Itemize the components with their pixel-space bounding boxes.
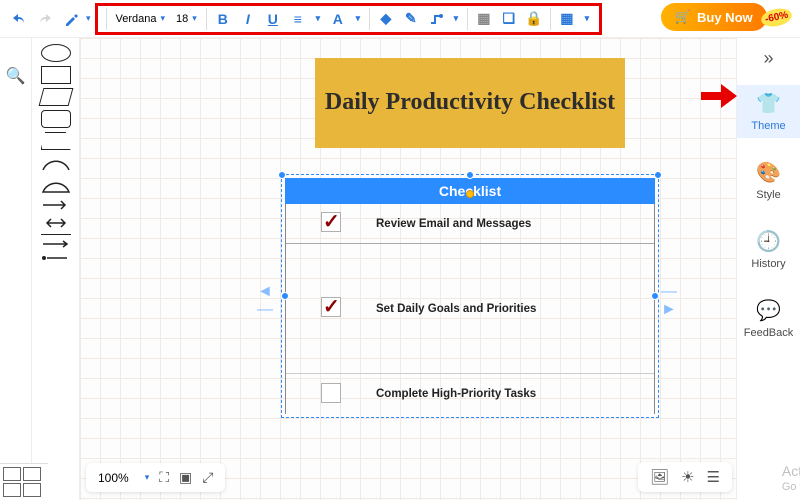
fit-width-icon[interactable]: ⛶: [159, 469, 169, 486]
style-tab[interactable]: 🎨 Style: [737, 154, 800, 207]
separator: [550, 8, 551, 30]
arrange-button[interactable]: ▦: [473, 8, 495, 30]
highlighted-text-tools: Verdana ▾ 18 ▾ B I U ≡ ▾ A ▾ ◆ ✎ ▾ ▦ ❏ 🔒 ▦…: [95, 3, 602, 35]
palette-icon: 🎨: [756, 160, 781, 185]
diagram-title-box[interactable]: Daily Productivity Checklist: [315, 58, 625, 148]
grid-icon[interactable]: [23, 467, 41, 481]
buy-now-label: Buy Now: [697, 10, 753, 25]
separator: [206, 8, 207, 30]
connector-handle-right[interactable]: —►: [661, 296, 683, 306]
redo-button[interactable]: [34, 8, 56, 30]
buy-now-badge[interactable]: 🛒Buy Now -60%: [661, 3, 792, 31]
history-label: History: [751, 258, 785, 270]
clock-icon: 🕘: [756, 229, 781, 254]
activate-windows-watermark: Activa Go to S: [782, 462, 800, 494]
search-icon[interactable]: 🔍: [0, 62, 31, 90]
resize-handle[interactable]: [654, 171, 662, 179]
layer-button[interactable]: ❏: [498, 8, 520, 30]
history-tab[interactable]: 🕘 History: [737, 223, 800, 276]
resize-handle[interactable]: [281, 292, 289, 300]
font-size-value: 18: [176, 13, 188, 25]
shape-ellipse[interactable]: [41, 44, 71, 62]
separator: [106, 8, 107, 30]
format-painter-button[interactable]: [60, 8, 82, 30]
connector-handle-left[interactable]: ◄—: [257, 296, 279, 306]
collapse-panel-button[interactable]: »: [763, 48, 773, 69]
shape-parallelogram[interactable]: [38, 88, 73, 106]
shape-trapezoid[interactable]: [41, 132, 71, 150]
style-label: Style: [756, 189, 780, 201]
shape-dot-line[interactable]: [41, 253, 71, 263]
table-button[interactable]: ▦: [556, 8, 578, 30]
separator: [467, 8, 468, 30]
watermark-line1: Activa: [782, 462, 800, 480]
brightness-icon[interactable]: ☀: [681, 468, 694, 486]
theme-label: Theme: [751, 120, 785, 132]
grid-icon[interactable]: [3, 483, 21, 497]
chevron-down-icon: ▾: [192, 13, 197, 24]
shape-rectangle2[interactable]: [41, 110, 71, 128]
cart-icon: 🛒: [675, 9, 691, 25]
checkmark-icon: [321, 297, 341, 317]
bold-button[interactable]: B: [212, 8, 234, 30]
checkmark-icon: [321, 212, 341, 232]
shape-panel: [32, 38, 80, 500]
grid-icon[interactable]: [3, 467, 21, 481]
align-button[interactable]: ≡: [287, 8, 309, 30]
annotation-arrow: [701, 84, 737, 108]
shape-halfcircle[interactable]: [41, 176, 71, 194]
line-color-button[interactable]: ✎: [400, 8, 422, 30]
connector-button[interactable]: [425, 8, 447, 30]
font-color-button[interactable]: A: [327, 8, 349, 30]
checklist-table[interactable]: Checklist Review Email and Messages Set …: [285, 178, 655, 414]
right-panel: » 👕 Theme 🎨 Style 🕘 History 💬 FeedBack: [736, 38, 800, 500]
image-icon[interactable]: 🖼: [650, 468, 669, 486]
chevron-down-icon[interactable]: ▾: [450, 8, 462, 30]
theme-tab[interactable]: 👕 Theme: [737, 85, 800, 138]
chat-icon: 💬: [756, 298, 781, 323]
undo-button[interactable]: [8, 8, 30, 30]
fit-page-icon[interactable]: ▣: [179, 469, 192, 486]
zoom-level[interactable]: 100%: [98, 471, 129, 485]
shape-line[interactable]: [41, 234, 71, 235]
chevron-down-icon[interactable]: ▾: [145, 472, 150, 483]
left-nav: 🔍: [0, 38, 32, 500]
font-family-select[interactable]: Verdana ▾: [112, 11, 170, 27]
font-size-select[interactable]: 18 ▾: [172, 11, 201, 27]
chevron-down-icon[interactable]: ▾: [86, 13, 91, 24]
resize-handle[interactable]: [651, 292, 659, 300]
chevron-down-icon[interactable]: ▾: [312, 8, 324, 30]
resize-handle[interactable]: [278, 171, 286, 179]
chevron-down-icon[interactable]: ▾: [352, 8, 364, 30]
separator: [369, 8, 370, 30]
chevron-down-icon: ▾: [161, 13, 166, 24]
view-controls: 🖼 ☀ ☰: [638, 462, 732, 492]
layers-icon[interactable]: ☰: [707, 468, 720, 486]
zoom-controls: 100% ▾ ⛶ ▣ ⤢: [86, 463, 225, 492]
feedback-tab[interactable]: 💬 FeedBack: [737, 292, 800, 345]
shape-rectangle[interactable]: [41, 66, 71, 84]
lock-button[interactable]: 🔒: [523, 8, 545, 30]
underline-button[interactable]: U: [262, 8, 284, 30]
grid-icon[interactable]: [23, 483, 41, 497]
fill-color-button[interactable]: ◆: [375, 8, 397, 30]
chevron-down-icon[interactable]: ▾: [581, 8, 593, 30]
shape-arrow-double[interactable]: [41, 216, 71, 230]
shape-arrow-right[interactable]: [41, 198, 71, 212]
resize-handle[interactable]: [466, 171, 474, 179]
rotate-handle[interactable]: [466, 190, 474, 198]
shape-arrow-line[interactable]: [41, 239, 71, 249]
feedback-label: FeedBack: [744, 327, 794, 339]
font-family-value: Verdana: [116, 13, 157, 25]
bottom-shape-strip: [0, 463, 48, 500]
italic-button[interactable]: I: [237, 8, 259, 30]
canvas[interactable]: Daily Productivity Checklist Checklist R…: [80, 38, 736, 500]
tshirt-icon: 👕: [756, 91, 781, 116]
shape-arc[interactable]: [41, 154, 71, 172]
watermark-line2: Go to S: [782, 480, 800, 494]
fullscreen-icon[interactable]: ⤢: [202, 469, 213, 486]
